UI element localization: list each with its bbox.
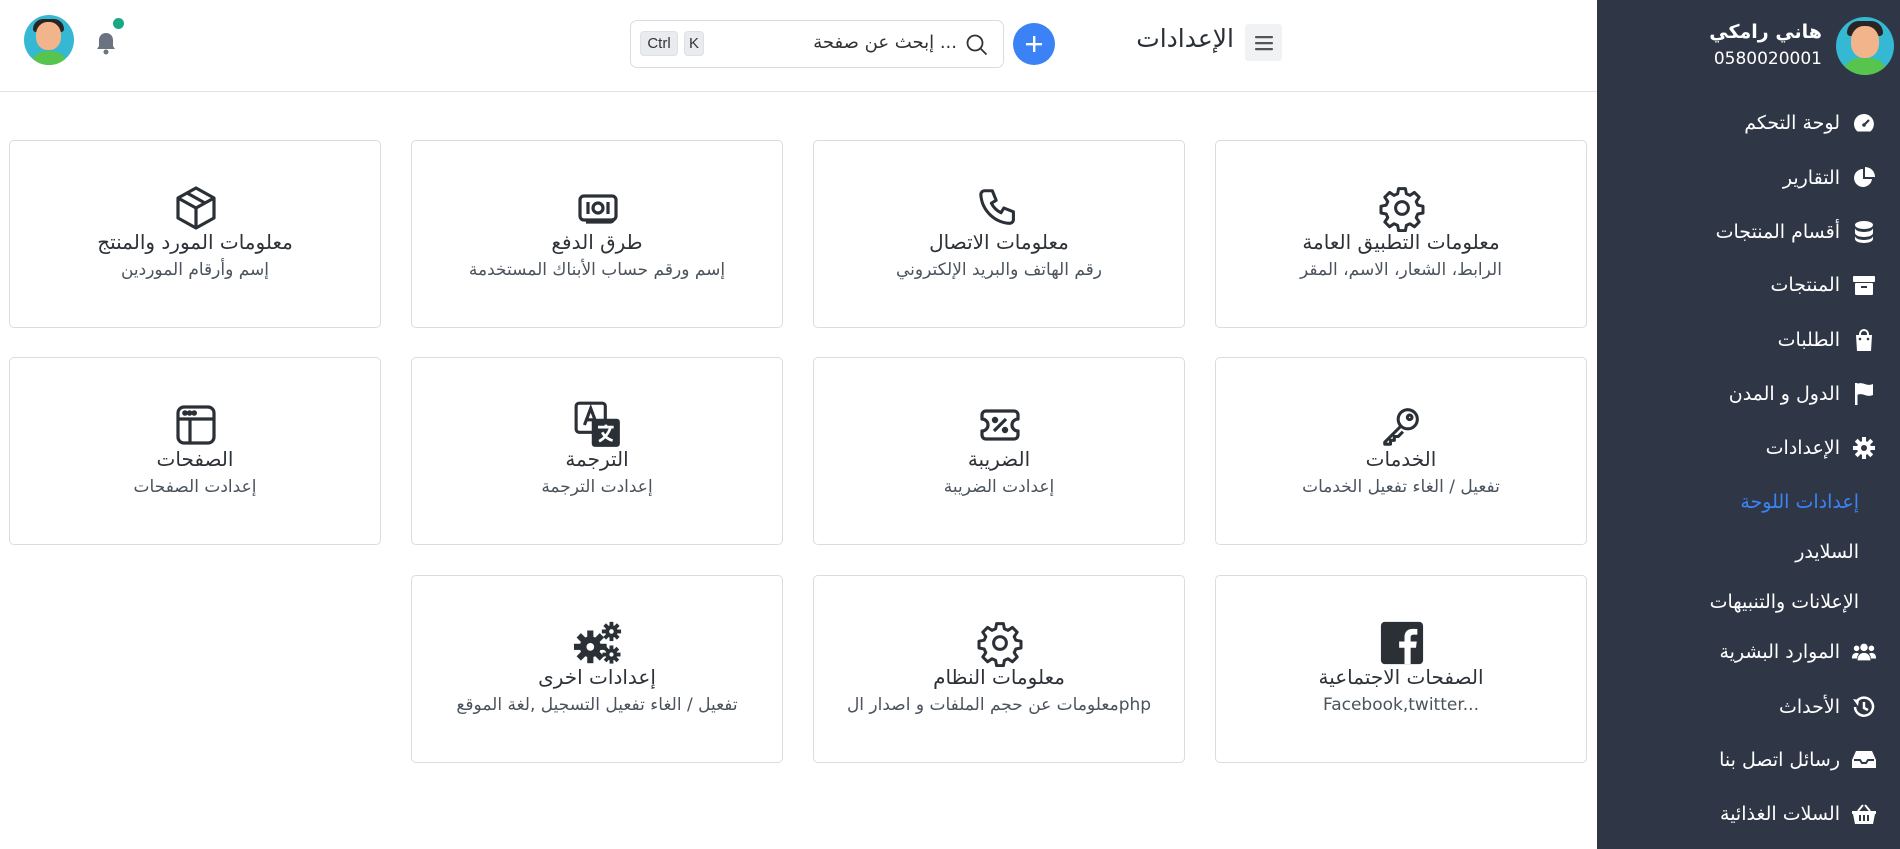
settings-card-services[interactable]: الخدمات تفعيل / الغاء تفعيل الخدمات: [1215, 357, 1587, 545]
history-icon: [1851, 695, 1877, 719]
search-icon: [966, 34, 988, 56]
sidebar-item-label: أقسام المنتجات: [1715, 221, 1840, 243]
gears-icon: [573, 618, 623, 668]
sidebar-item-dashboard[interactable]: لوحة التحكم: [1744, 112, 1877, 134]
card-title: طرق الدفع: [551, 230, 643, 254]
settings-card-social[interactable]: الصفحات الاجتماعية Facebook,twitter...: [1215, 575, 1587, 763]
card-description: معلومات عن حجم الملفات و اصدار الphp: [846, 695, 1152, 715]
pie-chart-icon: [1851, 166, 1877, 190]
tax-ticket-icon: [975, 400, 1025, 450]
hamburger-icon: [1254, 35, 1273, 50]
sidebar-item-label: الأحداث: [1779, 696, 1840, 718]
card-description: إسم وأرقام الموردين: [120, 260, 270, 280]
sidebar-item-label: الطلبات: [1777, 329, 1840, 351]
settings-card-general[interactable]: معلومات التطبيق العامة الرابط، الشعار، ا…: [1215, 140, 1587, 328]
sidebar-item-label: الموارد البشرية: [1719, 641, 1840, 663]
sidebar-item-label: المنتجات: [1770, 274, 1840, 296]
card-description: Facebook,twitter...: [1322, 695, 1479, 715]
user-profile[interactable]: هاني رامكي 0580020001: [1604, 15, 1894, 79]
sidebar-item-label: الإعدادات: [1765, 437, 1840, 459]
card-description: تفعيل / الغاء تفعيل الخدمات: [1302, 477, 1500, 497]
sidebar-item-reports[interactable]: التقارير: [1783, 166, 1877, 190]
sidebar-item-label: رسائل اتصل بنا: [1719, 749, 1840, 771]
phone-icon: [975, 183, 1025, 233]
plus-icon: [1026, 36, 1042, 52]
settings-card-pages[interactable]: الصفحات إعدادت الصفحات: [9, 357, 381, 545]
card-description: إعدادت الصفحات: [133, 477, 257, 497]
users-icon: [1851, 641, 1877, 663]
user-name: هاني رامكي: [1709, 21, 1822, 43]
settings-card-contact[interactable]: معلومات الاتصال رقم الهاتف والبريد الإلك…: [813, 140, 1185, 328]
settings-card-other[interactable]: إعدادات اخرى تفعيل / الغاء تفعيل التسجيل…: [411, 575, 783, 763]
translate-icon: [573, 400, 623, 450]
card-title: إعدادات اخرى: [538, 665, 656, 689]
top-bar: الإعدادات إبحث عن صفحة ... K Ctrl: [0, 0, 1597, 92]
sidebar-subitem-panel-settings[interactable]: إعدادات اللوحة: [1740, 491, 1859, 513]
card-title: معلومات الاتصال: [929, 230, 1069, 254]
menu-toggle-button[interactable]: [1245, 24, 1282, 61]
shopping-bag-icon: [1851, 328, 1877, 352]
sidebar-item-orders[interactable]: الطلبات: [1778, 328, 1877, 352]
bell-icon[interactable]: [95, 31, 117, 55]
sidebar-item-label: الدول و المدن: [1728, 383, 1840, 405]
inbox-icon: [1851, 750, 1877, 770]
sidebar-subitem-slider[interactable]: السلايدر: [1795, 541, 1859, 563]
card-description: تفعيل / الغاء تفعيل التسجيل ,لغة الموقع: [456, 695, 738, 715]
avatar: [1836, 17, 1894, 75]
sidebar-item-hr[interactable]: الموارد البشرية: [1719, 641, 1877, 663]
card-description: الرابط، الشعار، الاسم، المقر: [1300, 260, 1502, 280]
card-title: الصفحات الاجتماعية: [1318, 665, 1484, 689]
card-description: رقم الهاتف والبريد الإلكتروني: [896, 260, 1102, 280]
card-title: الخدمات: [1365, 447, 1437, 471]
key-icon: [1377, 400, 1427, 450]
settings-card-payment[interactable]: طرق الدفع إسم ورقم حساب الأبناك المستخدم…: [411, 140, 783, 328]
sidebar-subitem-ads[interactable]: الإعلانات والتنبيهات: [1710, 591, 1859, 613]
card-description: إسم ورقم حساب الأبناك المستخدمة: [468, 260, 726, 280]
settings-card-tax[interactable]: الضريبة إعدادت الضريبة: [813, 357, 1185, 545]
gear-icon: [1851, 436, 1877, 460]
card-title: الصفحات: [156, 447, 234, 471]
sidebar-item-food-baskets[interactable]: السلات الغذائية: [1720, 803, 1877, 825]
card-title: الترجمة: [565, 447, 629, 471]
sidebar-item-label: السلات الغذائية: [1720, 803, 1840, 825]
card-title: الضريبة: [967, 447, 1031, 471]
sidebar-item-events[interactable]: الأحداث: [1779, 695, 1877, 719]
settings-card-translation[interactable]: الترجمة إعدادت الترجمة: [411, 357, 783, 545]
sidebar-item-settings[interactable]: الإعدادات: [1766, 436, 1877, 460]
card-description: إعدادت الترجمة: [541, 477, 653, 497]
gear-icon: [975, 618, 1025, 668]
facebook-icon: [1377, 618, 1427, 668]
notification-dot: [113, 18, 124, 29]
sidebar-item-label: التقارير: [1782, 167, 1840, 189]
sidebar-item-contact-messages[interactable]: رسائل اتصل بنا: [1719, 749, 1877, 771]
page-title: الإعدادات: [1136, 24, 1234, 53]
sidebar-item-countries[interactable]: الدول و المدن: [1729, 382, 1877, 406]
search-box[interactable]: إبحث عن صفحة ... K Ctrl: [630, 20, 1004, 68]
sidebar-item-products[interactable]: المنتجات: [1771, 274, 1877, 296]
shortcut-key-k: K: [684, 31, 704, 56]
sidebar-item-categories[interactable]: أقسام المنتجات: [1716, 220, 1877, 244]
user-phone: 0580020001: [1713, 49, 1822, 69]
shortcut-key-ctrl: Ctrl: [640, 31, 678, 56]
database-icon: [1851, 220, 1877, 244]
search-input[interactable]: إبحث عن صفحة ...: [813, 32, 957, 53]
add-button[interactable]: [1013, 23, 1055, 65]
basket-icon: [1851, 803, 1877, 825]
settings-card-supplier[interactable]: معلومات المورد والمنتج إسم وأرقام المورد…: [9, 140, 381, 328]
sidebar: هاني رامكي 0580020001 لوحة التحكم التقار…: [1597, 0, 1900, 849]
sidebar-item-label: لوحة التحكم: [1744, 112, 1840, 134]
cash-icon: [573, 183, 623, 233]
flag-icon: [1851, 382, 1877, 406]
card-description: إعدادت الضريبة: [943, 477, 1055, 497]
card-title: معلومات المورد والمنتج: [97, 230, 293, 254]
box-icon: [1851, 274, 1877, 296]
speedometer-icon: [1851, 112, 1877, 134]
card-title: معلومات النظام: [933, 665, 1065, 689]
settings-card-system[interactable]: معلومات النظام معلومات عن حجم الملفات و …: [813, 575, 1185, 763]
browser-icon: [171, 400, 221, 450]
gear-icon: [1377, 183, 1427, 233]
card-title: معلومات التطبيق العامة: [1302, 230, 1500, 254]
avatar[interactable]: [24, 15, 74, 65]
package-icon: [171, 183, 221, 233]
